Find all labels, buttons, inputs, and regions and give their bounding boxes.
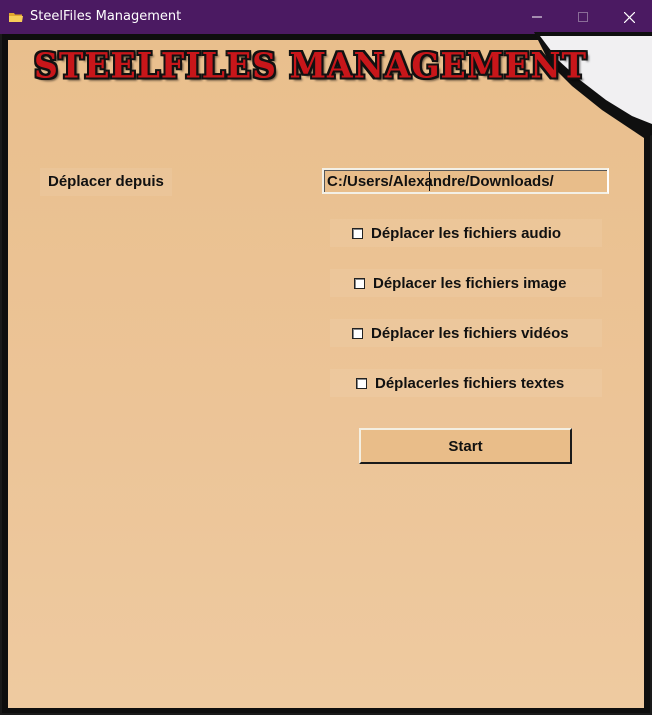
title-bar[interactable]: SteelFiles Management (0, 0, 652, 34)
option-image-label: Déplacer les fichiers image (373, 274, 567, 292)
maximize-icon (578, 12, 588, 22)
option-text-label: Déplacerles fichiers textes (375, 374, 565, 392)
close-icon (623, 11, 635, 23)
image-checkbox[interactable] (354, 277, 365, 289)
minimize-icon (532, 16, 542, 18)
video-checkbox[interactable] (352, 327, 363, 339)
option-video-label: Déplacer les fichiers vidéos (371, 324, 569, 342)
audio-checkbox[interactable] (352, 227, 363, 239)
option-video[interactable]: Déplacer les fichiers vidéos (330, 319, 602, 347)
option-image[interactable]: Déplacer les fichiers image (330, 269, 602, 297)
window-title: SteelFiles Management (30, 9, 182, 24)
start-button[interactable]: Start (359, 428, 572, 464)
folder-icon (9, 10, 23, 22)
close-button[interactable] (606, 0, 652, 34)
maximize-button[interactable] (560, 0, 606, 34)
app-window: SteelFiles Management STEELFILES MANAGEM… (0, 0, 652, 715)
option-audio-label: Déplacer les fichiers audio (371, 224, 562, 242)
text-checkbox[interactable] (356, 377, 367, 389)
source-label: Déplacer depuis (40, 168, 172, 196)
app-logo: STEELFILES MANAGEMENT (34, 45, 588, 86)
text-cursor (429, 172, 430, 191)
option-audio[interactable]: Déplacer les fichiers audio (330, 219, 602, 247)
minimize-button[interactable] (514, 0, 560, 34)
source-path-input[interactable] (322, 168, 609, 194)
option-text[interactable]: Déplacerles fichiers textes (330, 369, 602, 397)
